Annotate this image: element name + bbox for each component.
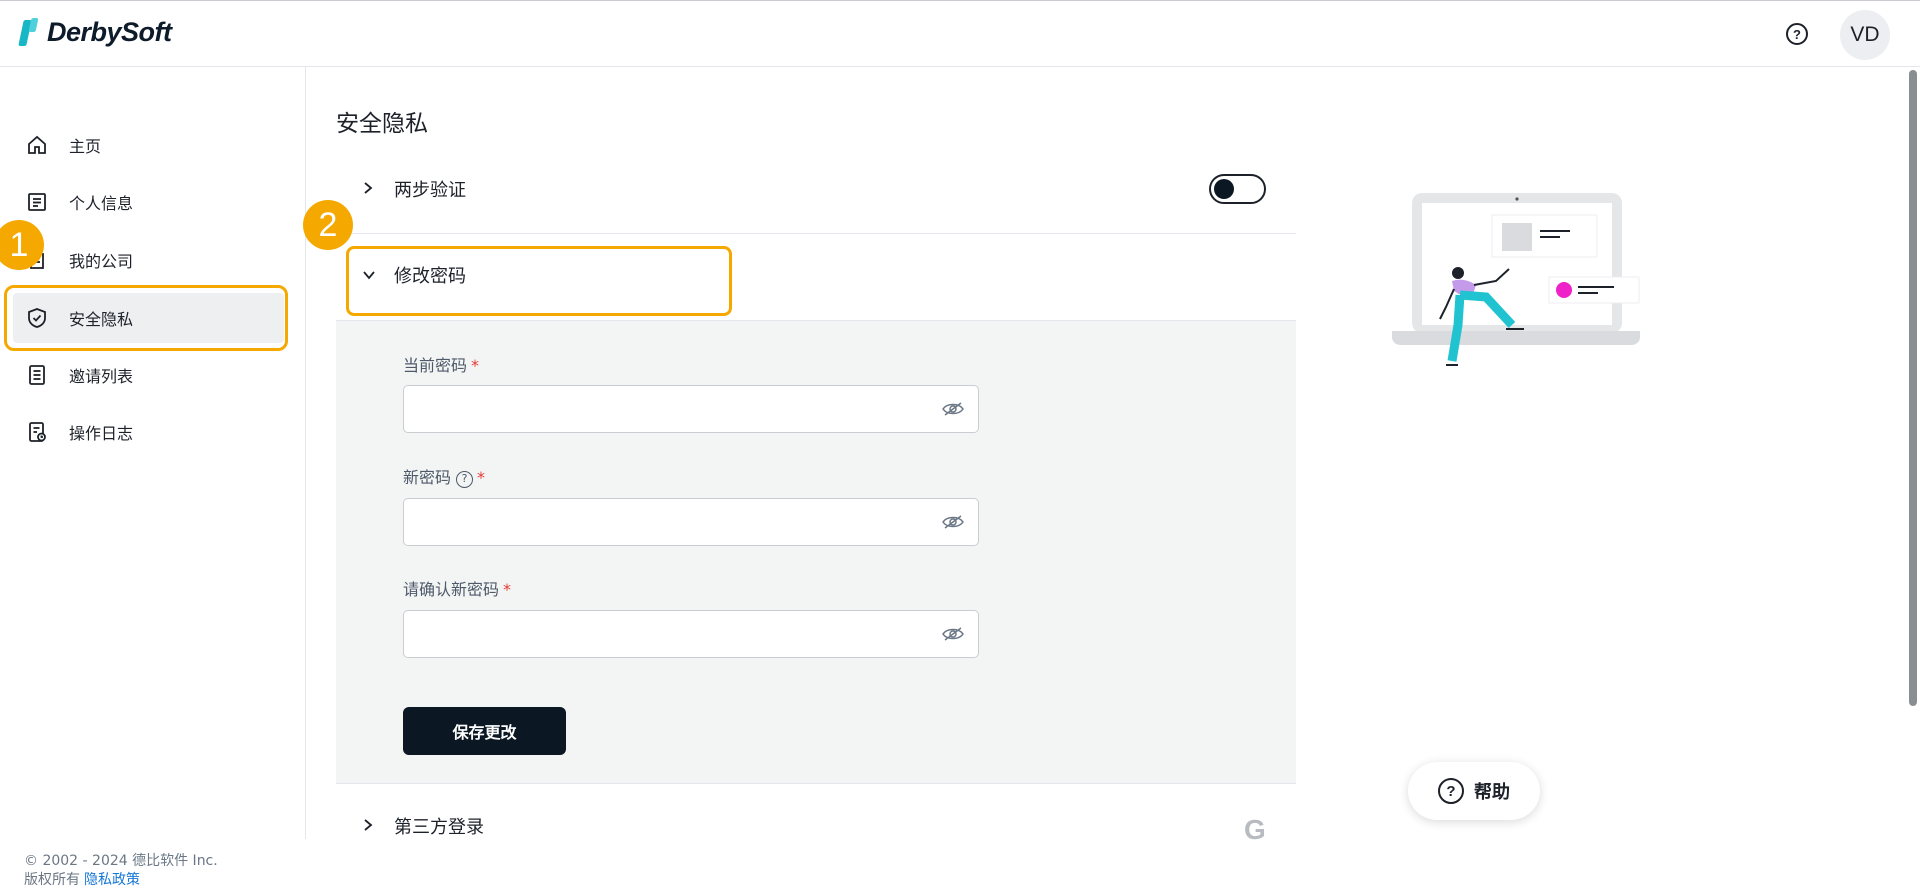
help-widget-label: 帮助 — [1474, 782, 1510, 803]
top-bar: DerbySoft ? VD — [0, 0, 1920, 67]
sidebar-item-label: 主页 — [69, 137, 102, 156]
privacy-policy-link[interactable]: 隐私政策 — [84, 872, 140, 888]
derbysoft-logo[interactable]: DerbySoft — [18, 17, 172, 48]
page-title: 安全隐私 — [336, 111, 428, 137]
sidebar-item-invitations[interactable]: 邀请列表 — [13, 350, 284, 400]
sidebar-item-company[interactable]: 我的公司 — [13, 235, 284, 285]
new-password-label: 新密码? * — [403, 468, 486, 488]
security-illustration — [1386, 185, 1646, 379]
eye-hidden-icon[interactable] — [942, 400, 964, 422]
google-icon: G — [1244, 814, 1266, 845]
sidebar: 主页 个人信息 我的公司 安全隐私 邀请列表 操作日志 © 2002 - 202… — [0, 67, 306, 888]
divider — [336, 233, 1296, 234]
highlight-box-security — [4, 285, 288, 351]
confirm-password-input[interactable] — [403, 610, 979, 658]
section-third-party-header[interactable]: 第三方登录 — [336, 810, 1296, 842]
sidebar-item-label: 邀请列表 — [69, 367, 134, 386]
section-third-party-label: 第三方登录 — [394, 817, 484, 838]
sidebar-item-label: 操作日志 — [69, 424, 134, 443]
question-circle-icon[interactable]: ? — [456, 471, 474, 488]
home-icon — [25, 133, 49, 157]
step-badge-2: 2 — [303, 200, 353, 250]
section-two-step-header[interactable]: 两步验证 — [336, 172, 1296, 206]
two-step-toggle[interactable] — [1209, 174, 1266, 204]
footer-links: 版权所有 隐私政策 — [24, 869, 140, 889]
help-icon[interactable]: ? — [1786, 23, 1808, 45]
page-scrollbar[interactable] — [1909, 70, 1917, 706]
footer-rights: 版权所有 — [24, 872, 80, 888]
confirm-password-label: 请确认新密码 * — [403, 580, 512, 599]
highlight-box-change-password — [346, 246, 732, 316]
logo-mark-icon — [18, 17, 41, 48]
new-password-input[interactable] — [403, 498, 979, 546]
sidebar-item-logs[interactable]: 操作日志 — [13, 407, 284, 457]
chevron-right-icon — [362, 180, 386, 199]
section-two-step-label: 两步验证 — [394, 180, 466, 201]
save-changes-button[interactable]: 保存更改 — [403, 707, 566, 755]
profile-card-icon — [25, 190, 49, 214]
document-list-icon — [25, 363, 49, 387]
footer-copyright: © 2002 - 2024 德比软件 Inc. — [24, 853, 218, 869]
current-password-input[interactable] — [403, 385, 979, 433]
sidebar-item-label: 我的公司 — [69, 252, 134, 271]
question-circle-icon: ? — [1438, 778, 1464, 804]
logo-text: DerbySoft — [47, 17, 172, 47]
help-widget-button[interactable]: ? 帮助 — [1408, 762, 1540, 820]
avatar[interactable]: VD — [1840, 10, 1890, 60]
current-password-label: 当前密码 * — [403, 356, 480, 375]
eye-hidden-icon[interactable] — [942, 513, 964, 535]
sidebar-item-home[interactable]: 主页 — [13, 120, 284, 170]
sidebar-item-label: 个人信息 — [69, 194, 134, 213]
log-icon — [25, 420, 49, 444]
sidebar-item-profile[interactable]: 个人信息 — [13, 177, 284, 227]
chevron-right-icon — [362, 817, 386, 836]
eye-hidden-icon[interactable] — [942, 625, 964, 647]
